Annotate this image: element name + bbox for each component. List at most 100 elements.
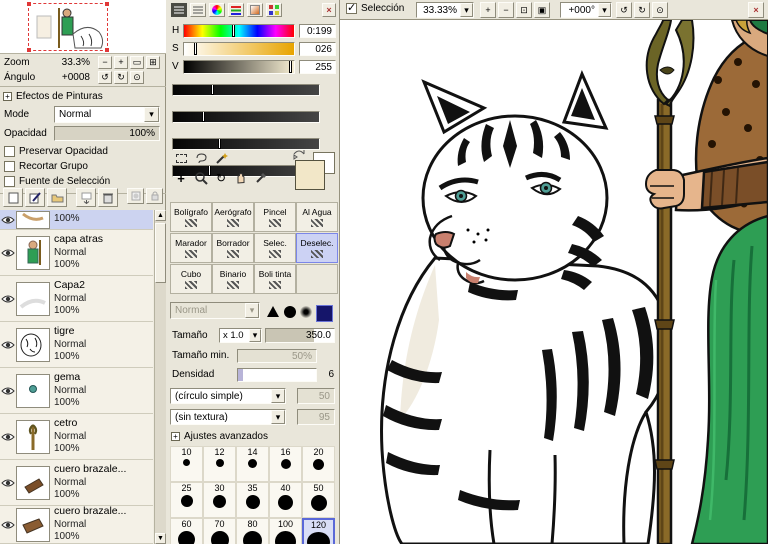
brush-size-30[interactable]: 30 <box>203 482 236 518</box>
selection-source-checkbox-row[interactable]: Fuente de Selección <box>4 176 110 187</box>
visibility-eye-icon[interactable] <box>0 340 16 350</box>
layer-row-gema[interactable]: gema Normal 100% <box>0 368 153 414</box>
brush-size-35[interactable]: 35 <box>236 482 269 518</box>
canvas-rotate-ccw-button[interactable]: ↺ <box>616 2 632 18</box>
visibility-eye-icon[interactable] <box>0 215 16 225</box>
tool-empty-slot[interactable] <box>296 264 338 294</box>
visibility-eye-icon[interactable] <box>0 520 16 530</box>
mixer-marker[interactable] <box>202 111 205 122</box>
zoom-reset-button[interactable]: ▭ <box>130 56 144 69</box>
scrollbar-thumb[interactable] <box>155 223 166 283</box>
chevron-down-icon[interactable]: ▾ <box>460 3 473 17</box>
tool-select-button[interactable]: Selec. <box>254 233 296 263</box>
layer-row-tigre[interactable]: tigre Normal 100% <box>0 322 153 368</box>
visibility-eye-icon[interactable] <box>0 432 16 442</box>
opacity-slider[interactable]: 100% <box>54 126 160 141</box>
chevron-down-icon[interactable]: ▾ <box>144 107 159 122</box>
color-wheel-icon[interactable] <box>209 3 225 17</box>
transfer-layer-button[interactable] <box>76 188 96 207</box>
chevron-down-icon[interactable]: ▾ <box>598 3 611 17</box>
saturation-marker[interactable] <box>194 42 197 55</box>
delete-layer-button[interactable] <box>98 188 118 207</box>
brush-size-50[interactable]: 50 <box>302 482 335 518</box>
size-multiplier-dropdown[interactable]: x 1.0 ▾ <box>219 328 262 343</box>
brush-shape-amount-box[interactable]: 50 <box>297 388 335 404</box>
advanced-settings-header[interactable]: +Ajustes avanzados <box>171 430 268 442</box>
hue-value-box[interactable]: 0:199 <box>299 24 336 38</box>
brush-size-120-selected[interactable]: 120 <box>302 518 335 544</box>
brush-shape-dropdown[interactable]: (círculo simple) ▾ <box>170 388 286 404</box>
canvas-angle-reset-button[interactable]: ⊙ <box>652 2 668 18</box>
tip-triangle-icon[interactable] <box>267 306 279 317</box>
visibility-eye-icon[interactable] <box>0 294 16 304</box>
hand-tool-icon[interactable] <box>232 170 250 186</box>
rotate-view-tool-icon[interactable]: ↻ <box>212 170 230 186</box>
value-slider[interactable] <box>183 60 295 74</box>
brush-size-14[interactable]: 14 <box>236 446 269 482</box>
mixer-bar-2[interactable] <box>172 111 320 123</box>
new-vector-layer-button[interactable] <box>25 188 45 207</box>
angle-reset-button[interactable]: ⊙ <box>130 71 144 84</box>
tool-brush-button[interactable]: Pincel <box>254 202 296 232</box>
selection-handle[interactable] <box>27 48 31 52</box>
canvas-zoom-out-button[interactable]: − <box>498 2 514 18</box>
brush-blend-dropdown[interactable]: Normal ▾ <box>170 302 260 319</box>
swatches-icon[interactable] <box>266 3 282 17</box>
move-tool-icon[interactable]: + <box>172 170 190 186</box>
tool-binary-button[interactable]: Binario <box>212 264 254 294</box>
zoom-tool-icon[interactable] <box>192 170 210 186</box>
canvas-fit-button[interactable]: ▣ <box>534 2 550 18</box>
selection-checkbox[interactable]: ✓ <box>346 3 357 14</box>
brush-size-10[interactable]: 10 <box>170 446 203 482</box>
preserve-opacity-checkbox-row[interactable]: Preservar Opacidad <box>4 146 108 157</box>
layer-row-cuero-brazale-1[interactable]: cuero brazale... Normal 100% <box>0 460 153 506</box>
brush-size-40[interactable]: 40 <box>269 482 302 518</box>
tip-texture-swatch[interactable] <box>316 305 333 322</box>
checkbox-icon[interactable] <box>4 176 15 187</box>
close-panel-icon[interactable]: × <box>322 3 336 17</box>
rgb-sliders-icon[interactable] <box>228 3 244 17</box>
selection-handle[interactable] <box>105 2 109 6</box>
scroll-down-button[interactable]: ▼ <box>155 533 166 544</box>
tip-hard-circle-icon[interactable] <box>284 306 296 318</box>
visibility-eye-icon[interactable] <box>0 478 16 488</box>
rotate-ccw-button[interactable]: ↺ <box>98 71 112 84</box>
clipping-group-checkbox-row[interactable]: Recortar Grupo <box>4 161 88 172</box>
hue-marker[interactable] <box>232 24 235 37</box>
visibility-eye-icon[interactable] <box>0 248 16 258</box>
navigator-selection-box[interactable] <box>28 3 108 51</box>
new-layer-button[interactable] <box>3 188 23 207</box>
paint-effects-header[interactable]: +Efectos de Pinturas <box>3 90 103 102</box>
saturation-slider[interactable] <box>183 42 295 56</box>
mode-dropdown[interactable]: Normal ▾ <box>54 106 160 123</box>
zoom-fit-button[interactable]: ⊞ <box>146 56 160 69</box>
hue-slider[interactable] <box>183 24 295 38</box>
min-size-slider[interactable]: 50% <box>237 349 317 363</box>
layer-lock-button[interactable] <box>146 188 163 204</box>
canvas[interactable] <box>340 20 768 544</box>
close-canvas-icon[interactable]: × <box>748 2 764 18</box>
brush-size-slider[interactable]: 350.0 <box>265 328 335 343</box>
color-mixer-icon[interactable] <box>247 3 263 17</box>
canvas-angle-combo[interactable]: +000° ▾ <box>560 2 612 18</box>
panel-menu-icon[interactable] <box>171 3 187 17</box>
selection-handle[interactable] <box>27 2 31 6</box>
brush-size-80[interactable]: 80 <box>236 518 269 544</box>
chevron-down-icon[interactable]: ▾ <box>271 389 285 403</box>
lasso-tool-icon[interactable] <box>192 150 210 166</box>
saturation-value-box[interactable]: 026 <box>299 42 336 56</box>
checkbox-icon[interactable] <box>4 146 15 157</box>
brush-texture-dropdown[interactable]: (sin textura) ▾ <box>170 409 286 425</box>
brush-size-16[interactable]: 16 <box>269 446 302 482</box>
tool-watercolor-button[interactable]: Al Agua <box>296 202 338 232</box>
brush-texture-amount-box[interactable]: 95 <box>297 409 335 425</box>
brush-size-60[interactable]: 60 <box>170 518 203 544</box>
layer-row-cetro[interactable]: cetro Normal 100% <box>0 414 153 460</box>
chevron-down-icon[interactable]: ▾ <box>271 410 285 424</box>
brush-size-70[interactable]: 70 <box>203 518 236 544</box>
chevron-down-icon[interactable]: ▾ <box>249 329 261 342</box>
tip-soft-circle-icon[interactable] <box>300 306 312 318</box>
rotate-cw-button[interactable]: ↻ <box>114 71 128 84</box>
tool-inkpen-button[interactable]: Boli tinta <box>254 264 296 294</box>
zoom-out-button[interactable]: − <box>98 56 112 69</box>
